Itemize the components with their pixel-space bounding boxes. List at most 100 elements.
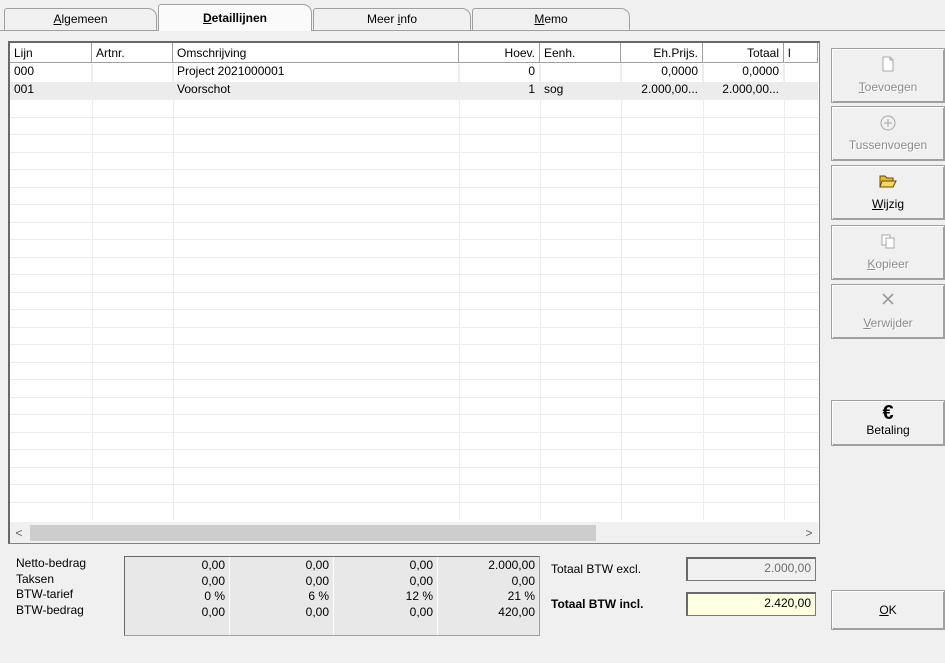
betaling-label: Betaling <box>866 423 910 437</box>
column-header-lijn[interactable]: Lijn <box>10 43 92 63</box>
cell-lijn: 001 <box>10 81 92 99</box>
grid-row-line <box>10 291 818 293</box>
delete-x-icon <box>832 292 944 312</box>
tab-label: Meer info <box>366 12 418 26</box>
summary-value: 2.000,00 <box>488 558 535 572</box>
tab-algemeen[interactable]: Algemeen <box>4 8 157 30</box>
grid-header: Lijn Artnr. Omschrijving Hoev. Eenh. Eh.… <box>10 43 818 63</box>
tussenvoegen-button[interactable]: Tussenvoegen <box>831 106 945 161</box>
grid-row-line <box>10 239 818 240</box>
vat-column-21: 2.000,00 0,00 21 % 420,00 <box>438 557 539 635</box>
totaal-excl-field: 2.000,00 <box>686 557 816 581</box>
cell-omschrijving: Project 2021000001 <box>173 64 459 81</box>
summary-value: 0,00 <box>201 558 225 572</box>
ok-label: OK <box>879 603 897 617</box>
column-header-hoev[interactable]: Hoev. <box>459 43 540 63</box>
grid-row-line <box>10 274 818 275</box>
wijzig-button[interactable]: Wijzig <box>831 165 945 220</box>
ok-button[interactable]: OK <box>831 590 945 630</box>
summary-value: 420,00 <box>498 604 535 619</box>
tab-divider <box>0 30 945 31</box>
grid-column-line <box>703 64 704 520</box>
vat-column-0: 0,00 0,00 0 % 0,00 <box>125 557 230 635</box>
table-row[interactable]: 001 Voorschot 1 sog 2.000,00... 2.000,00… <box>10 81 818 99</box>
grid-row-line <box>10 116 818 118</box>
grid-row-line <box>10 431 818 433</box>
cell-eh-prijs: 0,0000 <box>621 64 703 81</box>
cell-totaal: 0,0000 <box>703 64 784 81</box>
kopieer-label: Kopieer <box>867 257 909 271</box>
vat-column-12: 0,00 0,00 12 % 0,00 <box>334 557 438 635</box>
tab-label: Algemeen <box>53 12 108 26</box>
grid-row-line <box>10 414 818 415</box>
vat-column-6: 0,00 0,00 6 % 0,00 <box>230 557 334 635</box>
grid-row-line <box>10 484 818 485</box>
grid-row-line <box>10 501 818 503</box>
grid-row-line <box>10 449 818 450</box>
grid-column-line <box>784 64 785 520</box>
verwijder-button[interactable]: Verwijder <box>831 284 945 339</box>
cell-totaal: 2.000,00... <box>703 81 784 99</box>
summary-value: 0,00 <box>511 573 535 588</box>
table-row[interactable]: 000 Project 2021000001 0 0,0000 0,0000 <box>10 64 818 82</box>
tab-label: Detaillijnen <box>202 11 268 25</box>
tab-meer-info[interactable]: Meer info <box>313 8 471 30</box>
summary-value: 0 % <box>204 589 225 603</box>
column-header-eh-prijs[interactable]: Eh.Prijs. <box>621 43 703 63</box>
summary-value: 0,00 <box>305 573 329 588</box>
summary-value: 0,00 <box>409 573 433 588</box>
summary-value: 21 % <box>507 589 535 603</box>
betaling-button[interactable]: € Betaling <box>831 400 945 446</box>
grid-row-line <box>10 186 818 188</box>
cell-eenh: sog <box>540 81 621 99</box>
tab-memo[interactable]: Memo <box>472 8 630 30</box>
grid-row-line <box>10 151 818 153</box>
column-header-totaal[interactable]: Totaal <box>703 43 784 63</box>
toevoegen-button[interactable]: Toevoegen <box>831 48 945 103</box>
cell-omschrijving: Voorschot <box>173 81 459 99</box>
grid-row-line <box>10 309 818 310</box>
grid-row-line <box>10 256 818 258</box>
detail-lines-grid[interactable]: Lijn Artnr. Omschrijving Hoev. Eenh. Eh.… <box>8 41 820 544</box>
grid-row-line <box>10 169 818 170</box>
summary-value: 0,00 <box>305 558 329 572</box>
summary-value: 12 % <box>405 589 433 603</box>
grid-row-line <box>10 326 818 328</box>
grid-row-line <box>10 466 818 468</box>
grid-column-line <box>173 64 174 520</box>
summary-value: 0,00 <box>305 604 329 619</box>
scroll-right-arrow[interactable]: > <box>800 523 818 543</box>
cell-lijn: 000 <box>10 64 92 81</box>
scroll-left-arrow[interactable]: < <box>10 523 28 543</box>
totaal-incl-label: Totaal BTW incl. <box>551 597 644 611</box>
tussenvoegen-label: Tussenvoegen <box>848 138 928 152</box>
tab-label: Memo <box>534 12 568 26</box>
column-header-artnr[interactable]: Artnr. <box>92 43 173 63</box>
grid-row-line <box>10 99 818 100</box>
new-document-icon <box>832 56 944 76</box>
grid-row-line <box>10 134 818 135</box>
column-header-omschrijving[interactable]: Omschrijving <box>173 43 459 63</box>
grid-row-line <box>10 379 818 380</box>
column-header-eenh[interactable]: Eenh. <box>540 43 621 63</box>
tab-detaillijnen[interactable]: Detaillijnen <box>158 4 312 31</box>
cell-hoev: 1 <box>459 81 540 99</box>
tab-strip: Algemeen Detaillijnen Meer info Memo <box>0 0 945 31</box>
column-header-extra[interactable]: l <box>784 43 818 63</box>
scrollbar-thumb[interactable] <box>30 525 596 541</box>
grid-row-line <box>10 344 818 345</box>
grid-column-line <box>92 64 93 520</box>
cell-artnr <box>92 64 173 81</box>
euro-icon: € <box>882 402 894 424</box>
totaal-incl-field: 2.420,00 <box>686 592 816 616</box>
summary-value: 0,00 <box>409 558 433 572</box>
totaal-excl-label: Totaal BTW excl. <box>551 562 642 576</box>
grid-column-line <box>459 64 460 520</box>
grid-row-line <box>10 396 818 398</box>
horizontal-scrollbar[interactable]: < > <box>10 522 818 543</box>
vat-summary-table: 0,00 0,00 0 % 0,00 0,00 0,00 6 % 0,00 0,… <box>124 556 540 636</box>
wijzig-label: Wijzig <box>872 197 904 211</box>
kopieer-button[interactable]: Kopieer <box>831 225 945 280</box>
grid-column-line <box>540 64 541 520</box>
summary-value: 0,00 <box>409 604 433 619</box>
